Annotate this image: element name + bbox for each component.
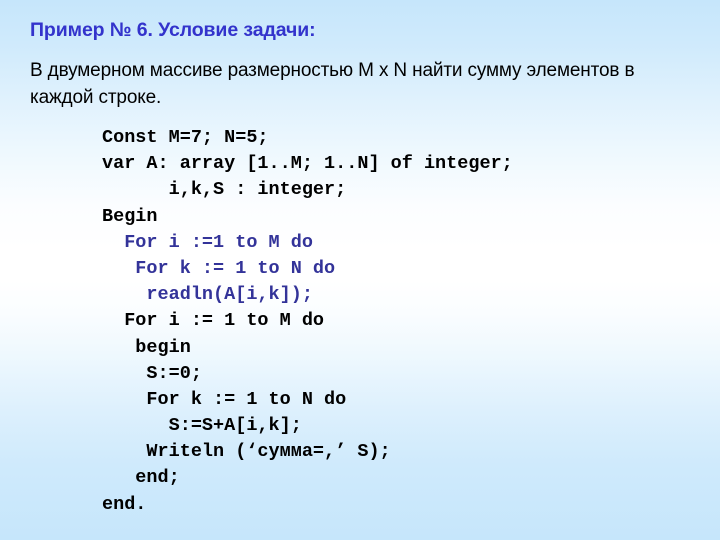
code-line: end. <box>102 493 147 515</box>
code-line: i,k,S : integer; <box>102 179 347 201</box>
slide-canvas: Пример № 6. Условие задачи: В двумерном … <box>0 0 720 540</box>
code-line: For k := 1 to N do <box>102 257 336 279</box>
code-line: Writeln (‘сумма=,’ S); <box>102 441 391 463</box>
page-title: Пример № 6. Условие задачи: <box>30 19 316 41</box>
code-line: For i :=1 to M do <box>102 231 313 253</box>
code-line: Const M=7; N=5; <box>102 127 269 148</box>
code-line: S:=0; <box>102 362 202 384</box>
pascal-code-block: Const M=7; N=5; var A: array [1..M; 1..N]… <box>102 125 513 518</box>
code-line: For k := 1 to N do <box>102 388 347 410</box>
code-line: var A: array [1..M; 1..N] of integer; <box>102 153 513 175</box>
code-line: Begin <box>102 205 158 227</box>
code-line: S:=S+A[i,k]; <box>102 415 302 437</box>
code-line: end; <box>102 467 180 489</box>
problem-statement-text: В двумерном массиве размерностью M x N н… <box>30 60 635 108</box>
code-line: begin <box>102 336 191 358</box>
code-line: readln(A[i,k]); <box>102 284 313 306</box>
code-line: For i := 1 to M do <box>102 310 325 332</box>
